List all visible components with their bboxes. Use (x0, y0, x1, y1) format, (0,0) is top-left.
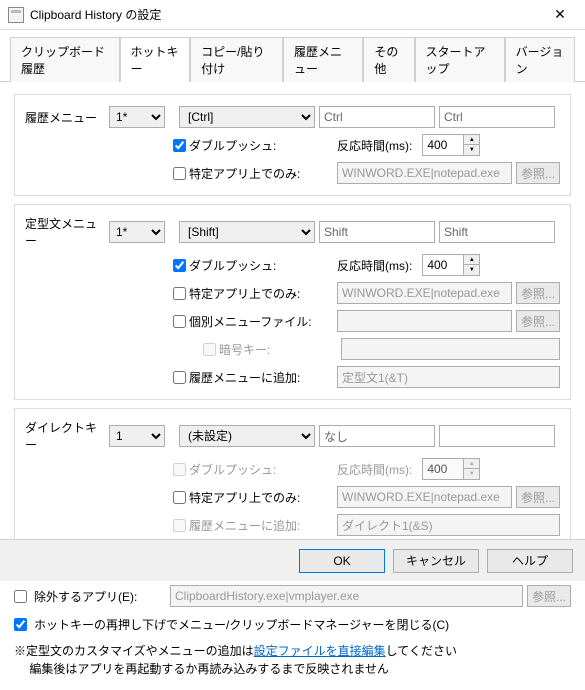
history-key2-input[interactable] (439, 106, 555, 128)
direct-reacttime-label: 反応時間(ms): (337, 461, 412, 478)
direct-modifier-select[interactable]: (未設定) (179, 425, 315, 447)
app-icon (8, 7, 24, 23)
direct-addhist-input (337, 514, 560, 536)
spinner-up-icon[interactable]: ▲ (464, 255, 479, 265)
direct-key2-input[interactable] (439, 425, 555, 447)
fixed-doublepush-label: ダブルプッシュ: (189, 257, 276, 274)
window-title: Clipboard History の設定 (30, 6, 539, 23)
fixed-addhist-input (337, 366, 560, 388)
spinner-down-icon[interactable]: ▼ (464, 145, 479, 155)
fixed-applist-input (337, 282, 512, 304)
fixed-browse-button: 参照... (516, 282, 560, 304)
spinner-down-icon: ▼ (464, 469, 479, 479)
history-applist-input (337, 162, 512, 184)
history-doublepush-check[interactable] (173, 139, 186, 152)
fixed-addhist-check[interactable] (173, 371, 186, 384)
fixed-key2-input[interactable] (439, 221, 555, 243)
close-on-repush-label: ホットキーの再押し下げでメニュー/クリップボードマネージャーを閉じる(C) (34, 616, 449, 633)
exclude-apps-label: 除外するアプリ(E): (34, 588, 166, 605)
spinner-down-icon[interactable]: ▼ (464, 265, 479, 275)
fixed-doublepush-check[interactable] (173, 259, 186, 272)
tab-history-menu[interactable]: 履歴メニュー (283, 37, 363, 82)
direct-index-select[interactable]: 1 (109, 425, 165, 447)
label-fixed-menu: 定型文メニュー (25, 215, 105, 249)
group-history-menu: 履歴メニュー 1* [Ctrl] ダブルプッシュ: 反応時間(ms): ▲▼ 特… (14, 94, 571, 196)
fixed-reacttime-label: 反応時間(ms): (337, 257, 412, 274)
tab-startup[interactable]: スタートアップ (415, 37, 505, 82)
fixed-index-select[interactable]: 1* (109, 221, 165, 243)
tab-bar: クリップボード履歴 ホットキー コピー/貼り付け 履歴メニュー その他 スタート… (0, 30, 585, 82)
close-button[interactable]: ✕ (539, 1, 581, 29)
tab-other[interactable]: その他 (363, 37, 414, 82)
history-onlyapp-check[interactable] (173, 167, 186, 180)
cancel-button[interactable]: キャンセル (393, 549, 479, 573)
history-browse-button: 参照... (516, 162, 560, 184)
direct-onlyapp-label: 特定アプリ上でのみ: (189, 489, 300, 506)
exclude-apps-input (170, 585, 523, 607)
fixed-indivmenu-label: 個別メニューファイル: (189, 313, 312, 330)
tab-clipboard-history[interactable]: クリップボード履歴 (10, 37, 120, 82)
fixed-indivmenu-browse-button: 参照... (516, 310, 560, 332)
fixed-cryptkey-label: 暗号キー: (219, 341, 270, 358)
fixed-reacttime-input[interactable] (422, 254, 464, 276)
group-fixed-phrase-menu: 定型文メニュー 1* [Shift] ダブルプッシュ: 反応時間(ms): ▲▼… (14, 204, 571, 400)
fixed-onlyapp-check[interactable] (173, 287, 186, 300)
button-bar: OK キャンセル ヘルプ (0, 539, 585, 581)
direct-doublepush-label: ダブルプッシュ: (189, 461, 276, 478)
direct-applist-input (337, 486, 512, 508)
history-key1-input[interactable] (319, 106, 435, 128)
spinner-up-icon: ▲ (464, 459, 479, 469)
history-modifier-select[interactable]: [Ctrl] (179, 106, 315, 128)
history-reacttime-label: 反応時間(ms): (337, 137, 412, 154)
fixed-key1-input[interactable] (319, 221, 435, 243)
direct-browse-button: 参照... (516, 486, 560, 508)
fixed-addhist-label: 履歴メニューに追加: (189, 369, 300, 386)
fixed-onlyapp-label: 特定アプリ上でのみ: (189, 285, 300, 302)
exclude-browse-button: 参照... (527, 585, 571, 607)
help-button[interactable]: ヘルプ (487, 549, 573, 573)
close-on-repush-check[interactable] (14, 618, 27, 631)
spinner-up-icon[interactable]: ▲ (464, 135, 479, 145)
fixed-cryptkey-input (341, 338, 560, 360)
settings-file-link[interactable]: 設定ファイルを直接編集 (254, 644, 386, 658)
tab-version[interactable]: バージョン (505, 37, 575, 82)
fixed-cryptkey-check (203, 343, 216, 356)
direct-addhist-check (173, 519, 186, 532)
footnote: ※定型文のカスタマイズやメニューの追加は設定ファイルを直接編集してください 編集… (14, 642, 571, 678)
direct-doublepush-check (173, 463, 186, 476)
label-history-menu: 履歴メニュー (25, 109, 105, 126)
tab-hotkey[interactable]: ホットキー (120, 37, 191, 82)
history-doublepush-label: ダブルプッシュ: (189, 137, 276, 154)
tab-copy-paste[interactable]: コピー/貼り付け (190, 37, 283, 82)
history-onlyapp-label: 特定アプリ上でのみ: (189, 165, 300, 182)
fixed-indivmenu-input (337, 310, 512, 332)
direct-reacttime-input (422, 458, 464, 480)
direct-addhist-label: 履歴メニューに追加: (189, 517, 300, 534)
history-reacttime-input[interactable] (422, 134, 464, 156)
fixed-modifier-select[interactable]: [Shift] (179, 221, 315, 243)
history-index-select[interactable]: 1* (109, 106, 165, 128)
label-direct-key: ダイレクトキー (25, 419, 105, 453)
direct-key1-input[interactable] (319, 425, 435, 447)
fixed-indivmenu-check[interactable] (173, 315, 186, 328)
ok-button[interactable]: OK (299, 549, 385, 573)
exclude-apps-check[interactable] (14, 590, 27, 603)
direct-onlyapp-check[interactable] (173, 491, 186, 504)
